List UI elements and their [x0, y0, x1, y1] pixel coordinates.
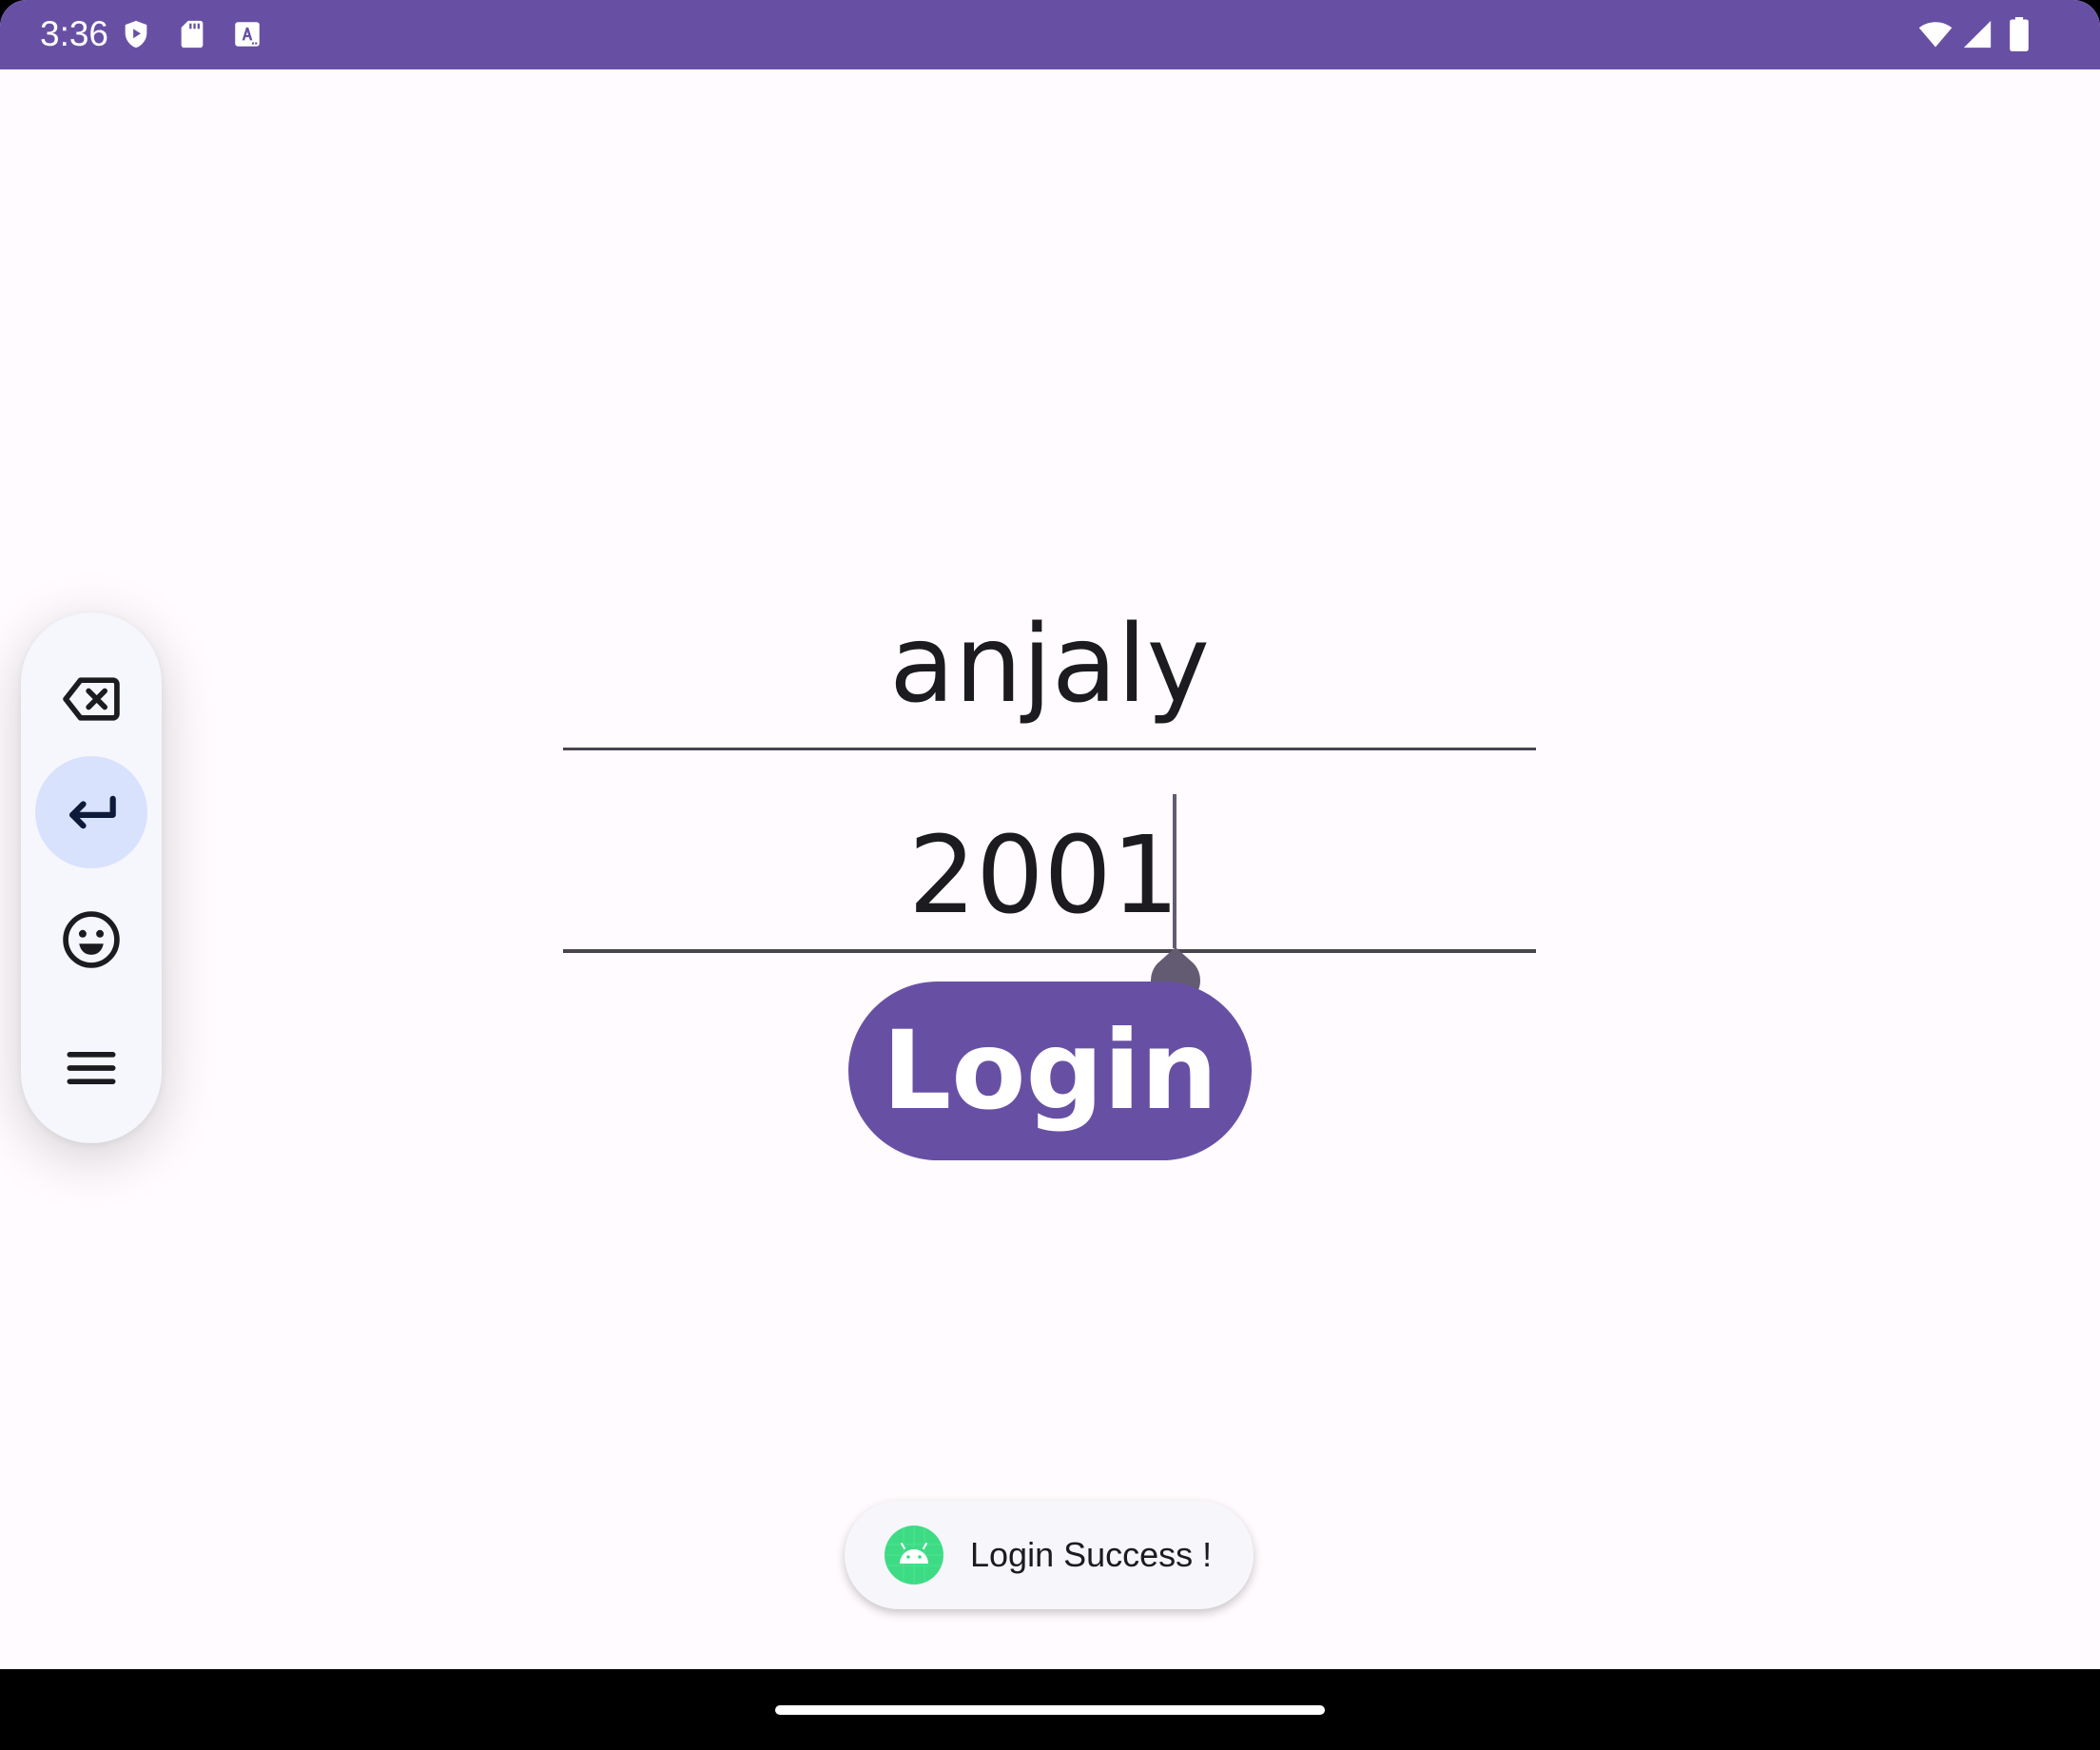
password-value: 2001	[907, 814, 1180, 938]
floating-keyboard-toolbar	[21, 612, 162, 1143]
menu-button[interactable]	[35, 1012, 147, 1124]
wifi-icon	[1916, 17, 1954, 51]
username-field[interactable]: anjaly	[563, 603, 1536, 751]
text-cursor	[1173, 794, 1176, 948]
cellular-signal-icon	[1961, 18, 1993, 50]
android-icon	[885, 1526, 943, 1585]
toast-text: Login Success !	[970, 1535, 1213, 1574]
toast-message: Login Success !	[845, 1501, 1254, 1609]
backspace-icon	[63, 677, 120, 721]
battery-icon	[2009, 17, 2030, 52]
password-underline	[563, 949, 1536, 953]
app-screen: 3:36 anjaly 2001 Login Login Success !	[0, 0, 2100, 1750]
emoji-button[interactable]	[35, 884, 147, 996]
sd-card-icon	[176, 18, 208, 50]
emoji-icon	[63, 911, 120, 968]
password-field[interactable]: 2001	[563, 814, 1536, 955]
play-protect-icon	[120, 18, 152, 50]
gesture-handle[interactable]	[775, 1705, 1325, 1715]
username-underline	[563, 748, 1536, 750]
status-time: 3:36	[40, 14, 109, 53]
enter-button[interactable]	[35, 756, 147, 868]
enter-icon	[69, 795, 116, 829]
username-value: anjaly	[889, 603, 1210, 727]
backspace-button[interactable]	[35, 643, 147, 755]
login-button[interactable]: Login	[848, 982, 1252, 1160]
menu-icon	[67, 1052, 116, 1084]
keyboard-a-icon	[231, 18, 263, 50]
status-bar: 3:36	[0, 0, 2100, 69]
navigation-bar	[0, 1669, 2100, 1750]
